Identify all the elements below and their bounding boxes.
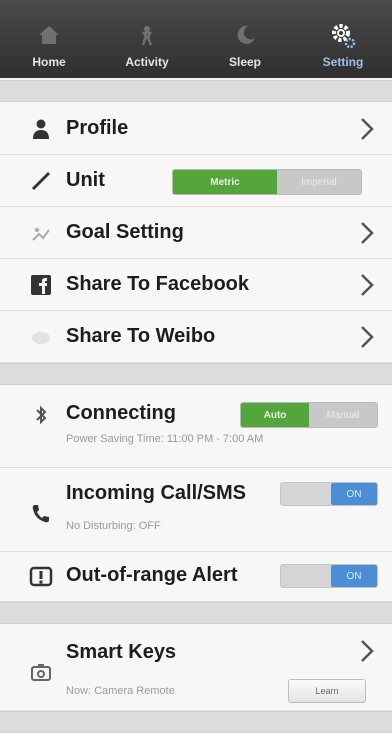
row-out-of-range-alert: Out-of-range Alert ON: [0, 552, 392, 602]
chevron-right-icon: [361, 640, 374, 662]
switch-knob: ON: [331, 565, 377, 587]
person-icon: [28, 116, 54, 142]
out-of-range-alert-label: Out-of-range Alert: [66, 564, 238, 586]
row-share-weibo[interactable]: Share To Weibo: [0, 311, 392, 363]
bluetooth-icon: [28, 402, 54, 428]
row-goal-setting[interactable]: Goal Setting: [0, 207, 392, 259]
learn-button[interactable]: Learn: [288, 679, 366, 703]
section-header-general: [0, 80, 392, 102]
no-disturbing-status[interactable]: No Disturbing: OFF: [66, 520, 161, 532]
unit-imperial-option[interactable]: Imperial: [277, 170, 361, 194]
top-tab-bar: Home Activity Sleep Setting: [0, 0, 392, 78]
switch-knob: ON: [331, 483, 377, 505]
facebook-icon: [28, 272, 54, 298]
tab-activity[interactable]: Activity: [98, 0, 196, 78]
tab-home[interactable]: Home: [0, 0, 98, 78]
camera-icon: [28, 659, 54, 685]
row-share-facebook[interactable]: Share To Facebook: [0, 259, 392, 311]
tab-setting-label: Setting: [322, 55, 364, 69]
ruler-icon: [28, 168, 54, 194]
unit-toggle[interactable]: Metric Imperial: [172, 169, 362, 195]
section-header-more: [0, 711, 392, 733]
chevron-right-icon: [361, 274, 374, 296]
chevron-right-icon: [361, 222, 374, 244]
tab-setting[interactable]: Setting: [294, 0, 392, 78]
connecting-manual-option[interactable]: Manual: [309, 403, 377, 427]
goal-setting-label: Goal Setting: [66, 221, 184, 243]
phone-icon: [28, 500, 54, 526]
gear-icon: [329, 21, 357, 49]
unit-label: Unit: [66, 169, 105, 191]
section-header-device: [0, 363, 392, 385]
activity-icon: [133, 21, 161, 49]
weibo-icon: [28, 324, 54, 350]
share-weibo-label: Share To Weibo: [66, 325, 216, 347]
tab-sleep[interactable]: Sleep: [196, 0, 294, 78]
goal-icon: [28, 220, 54, 246]
tab-home-label: Home: [32, 55, 66, 69]
connecting-toggle[interactable]: Auto Manual: [240, 402, 378, 428]
tab-sleep-label: Sleep: [228, 55, 261, 69]
smart-keys-label: Smart Keys: [66, 641, 177, 663]
row-unit: Unit Metric Imperial: [0, 155, 392, 207]
share-facebook-label: Share To Facebook: [66, 273, 250, 295]
unit-metric-option[interactable]: Metric: [173, 170, 277, 194]
section-header-keys: [0, 602, 392, 624]
connecting-label: Connecting: [66, 402, 176, 424]
home-icon: [35, 21, 63, 49]
out-of-range-switch[interactable]: ON: [280, 564, 378, 588]
row-smart-keys[interactable]: Smart Keys Now: Camera Remote Learn: [0, 625, 392, 711]
alert-icon: [28, 564, 54, 590]
incoming-call-sms-label: Incoming Call/SMS: [66, 482, 247, 504]
row-incoming-call-sms: Incoming Call/SMS No Disturbing: OFF ON: [0, 468, 392, 552]
tab-activity-label: Activity: [125, 55, 169, 69]
row-connecting: Connecting Power Saving Time: 11:00 PM -…: [0, 386, 392, 468]
connecting-auto-option[interactable]: Auto: [241, 403, 309, 427]
chevron-right-icon: [361, 326, 374, 348]
power-saving-time[interactable]: Power Saving Time: 11:00 PM - 7:00 AM: [66, 433, 263, 445]
incoming-call-switch[interactable]: ON: [280, 482, 378, 506]
row-profile[interactable]: Profile: [0, 103, 392, 155]
sleep-icon: [231, 21, 259, 49]
chevron-right-icon: [361, 118, 374, 140]
profile-label: Profile: [66, 117, 129, 139]
smart-keys-current: Now: Camera Remote: [66, 685, 175, 697]
